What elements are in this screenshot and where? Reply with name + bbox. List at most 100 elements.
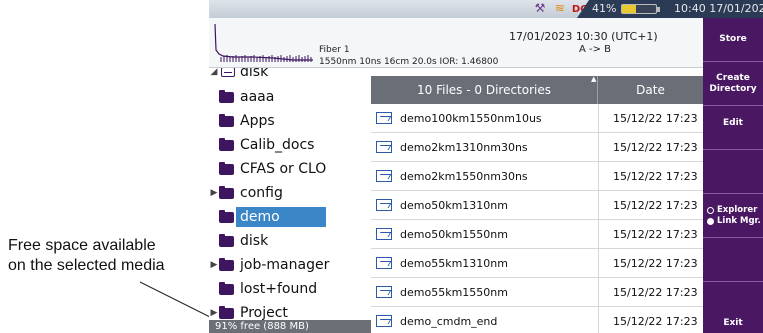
tree-item-config[interactable]: ▶ config (209, 181, 371, 205)
view-mode-toggle[interactable]: Explorer Link Mgr. (703, 194, 763, 238)
battery-percent: 41% (592, 2, 617, 15)
tree-item-demo[interactable]: demo (209, 205, 371, 229)
blank-softkey-1[interactable] (703, 150, 763, 194)
softkey-panel: Store Create Directory Edit Explorer Lin… (703, 18, 763, 333)
file-name: demo50km1310nm (400, 199, 508, 212)
tree-item-label: lost+found (240, 281, 318, 297)
store-button[interactable]: Store (703, 18, 763, 62)
tree-item-label: Apps (240, 113, 275, 129)
tree-item-label: config (240, 185, 283, 201)
tree-item-label: Calib_docs (240, 137, 315, 153)
tree-item-calib-docs[interactable]: Calib_docs (209, 133, 371, 157)
file-name: demo100km1550nm10us (400, 112, 542, 125)
file-date: 15/12/22 17:23 (613, 170, 698, 183)
folder-icon (219, 137, 234, 151)
wifi-icon: ≋ (554, 1, 565, 15)
otdr-trace-file-icon (376, 286, 392, 298)
file-name: demo2km1310nm30ns (400, 141, 528, 154)
tree-item-apps[interactable]: Apps (209, 109, 371, 133)
tree-item-disk[interactable]: disk (209, 229, 371, 253)
file-date: 15/12/22 17:23 (613, 199, 698, 212)
device-screen: ⚒ ≋ DC 41% 10:40 17/01/2023 (209, 0, 763, 333)
otdr-trace-file-icon (376, 228, 392, 240)
tree-item-label: demo (236, 207, 326, 227)
expand-arrow-icon[interactable]: ▶ (209, 188, 219, 198)
trace-thumbnail[interactable] (213, 22, 317, 64)
tree-item-aaaa[interactable]: aaaa (209, 85, 371, 109)
file-date: 15/12/22 17:23 (613, 228, 698, 241)
tree-item-job-manager[interactable]: ▶ job-manager (209, 253, 371, 277)
trace-info-bar: Fiber 1 1550nm 10ns 16cm 20.0s IOR: 1.46… (209, 18, 703, 68)
sort-ascending-icon: ▲ (591, 75, 597, 83)
directory-tree[interactable]: ◢ disk aaaa Apps Calib_docs CFAS or CLO ▶ con… (209, 68, 371, 320)
file-name: demo50km1550nm (400, 228, 508, 241)
file-row[interactable]: demo50km1550nm 15/12/22 17:23 (371, 220, 703, 249)
otdr-trace-file-icon (376, 257, 392, 269)
file-name: demo55km1550nm (400, 286, 508, 299)
battery-icon (621, 4, 660, 14)
exit-button[interactable]: Exit (703, 282, 763, 333)
folder-icon (219, 89, 234, 103)
tree-root-disk[interactable]: ◢ disk (209, 68, 371, 84)
folder-icon (219, 257, 234, 271)
folder-icon (219, 113, 234, 127)
create-directory-button[interactable]: Create Directory (703, 62, 763, 106)
column-header-name[interactable]: 10 Files - 0 Directories (371, 76, 598, 104)
trace-datetime: 17/01/2023 10:30 (UTC+1) (509, 30, 658, 43)
file-date: 15/12/22 17:23 (613, 112, 698, 125)
tree-item-label: CFAS or CLO (240, 161, 327, 177)
tree-item-label: disk (240, 233, 269, 249)
explorer-option[interactable]: Explorer (707, 205, 757, 216)
file-list[interactable]: 10 Files - 0 Directories ▲ Date demo100k… (371, 68, 703, 333)
otdr-trace-file-icon (376, 141, 392, 153)
tree-item-label: Project (240, 305, 288, 320)
file-row[interactable]: demo100km1550nm10us 15/12/22 17:23 (371, 104, 703, 133)
folder-icon (219, 305, 234, 319)
file-row[interactable]: demo55km1310nm 15/12/22 17:23 (371, 249, 703, 278)
radio-off-icon (707, 206, 714, 214)
file-date: 15/12/22 17:23 (613, 286, 698, 299)
folder-icon (219, 233, 234, 247)
clock: 10:40 17/01/2023 (674, 2, 763, 15)
status-bar: ⚒ ≋ DC 41% 10:40 17/01/2023 (209, 0, 763, 18)
acquisition-params: 1550nm 10ns 16cm 20.0s IOR: 1.46800 (319, 57, 499, 67)
otdr-trace-file-icon (376, 170, 392, 182)
free-space-indicator: 91% free (888 MB) (209, 320, 371, 333)
folder-icon (219, 185, 234, 199)
tree-item-label: job-manager (240, 257, 330, 273)
file-date: 15/12/22 17:23 (613, 315, 698, 328)
file-name: demo55km1310nm (400, 257, 508, 270)
file-row[interactable]: demo_cmdm_end 15/12/22 17:23 (371, 307, 703, 333)
drive-icon (221, 68, 235, 77)
otdr-trace-file-icon (376, 199, 392, 211)
tree-item-project[interactable]: ▶ Project (209, 301, 371, 320)
radio-on-icon (707, 217, 714, 225)
blank-softkey-2[interactable] (703, 238, 763, 282)
file-row[interactable]: demo2km1550nm30ns 15/12/22 17:23 (371, 162, 703, 191)
otdr-trace-file-icon (376, 112, 392, 124)
file-row[interactable]: demo55km1550nm 15/12/22 17:23 (371, 278, 703, 307)
file-list-header: 10 Files - 0 Directories ▲ Date (371, 75, 703, 104)
otdr-trace-file-icon (376, 315, 392, 327)
tools-icon: ⚒ (534, 1, 546, 15)
expand-arrow-icon[interactable]: ▶ (209, 260, 219, 270)
expand-arrow-icon[interactable]: ▶ (209, 308, 219, 318)
link-mgr-option[interactable]: Link Mgr. (707, 216, 761, 227)
trace-direction: A -> B (579, 44, 612, 55)
file-row[interactable]: demo50km1310nm 15/12/22 17:23 (371, 191, 703, 220)
file-date: 15/12/22 17:23 (613, 141, 698, 154)
file-name: demo_cmdm_end (400, 315, 498, 328)
folder-icon (219, 281, 234, 295)
fiber-name: Fiber 1 (319, 45, 350, 55)
folder-icon (219, 209, 234, 223)
column-header-date[interactable]: Date (598, 76, 703, 104)
file-row[interactable]: demo2km1310nm30ns 15/12/22 17:23 (371, 133, 703, 162)
collapse-arrow-icon[interactable]: ◢ (209, 68, 219, 77)
folder-icon (219, 161, 234, 175)
tree-item-cfas-or-clo[interactable]: CFAS or CLO (209, 157, 371, 181)
file-date: 15/12/22 17:23 (613, 257, 698, 270)
tree-item-label: aaaa (240, 89, 275, 105)
edit-button[interactable]: Edit (703, 106, 763, 150)
file-name: demo2km1550nm30ns (400, 170, 528, 183)
tree-item-lost-found[interactable]: lost+found (209, 277, 371, 301)
